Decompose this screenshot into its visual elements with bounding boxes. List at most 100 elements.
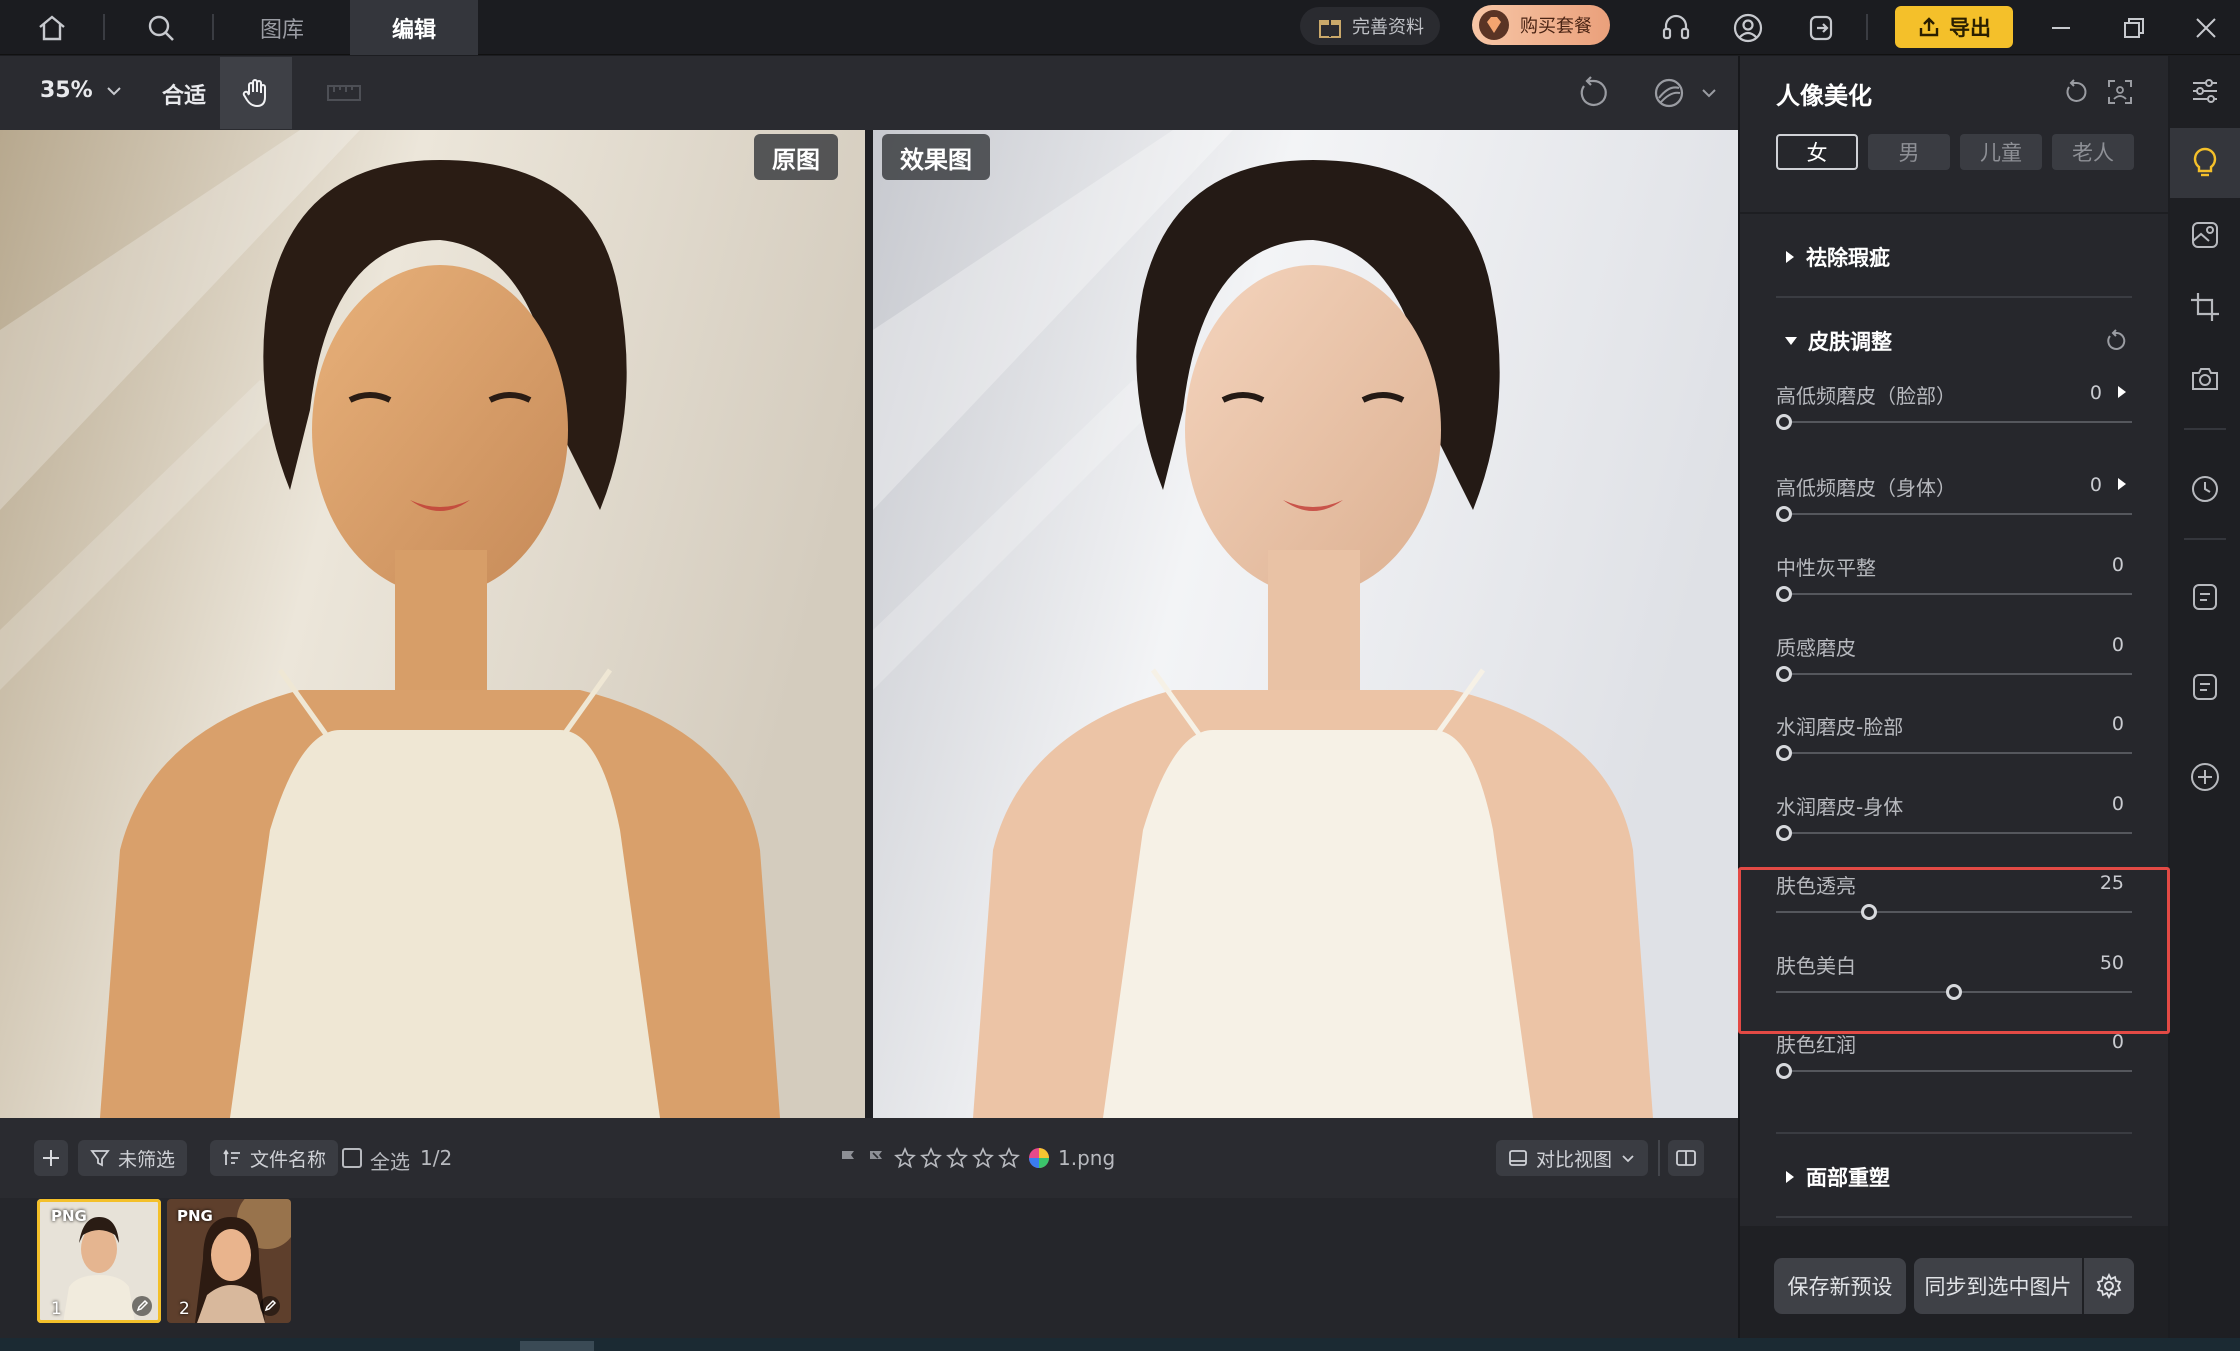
close-icon[interactable] (2178, 0, 2233, 55)
reset-view-button[interactable] (1557, 57, 1629, 129)
notes-alt-tool-button[interactable] (2170, 652, 2240, 722)
minimize-icon[interactable] (2033, 0, 2088, 55)
overlay-icon (1651, 75, 1687, 111)
slider-label: 质感磨皮 (1776, 636, 1856, 660)
expand-caret-icon[interactable] (2116, 384, 2128, 400)
rating-stars[interactable] (894, 1147, 1020, 1169)
section-blemish[interactable]: 祛除瑕疵 (1784, 242, 1890, 272)
select-all-checkbox[interactable] (342, 1148, 362, 1168)
sort-button[interactable]: 文件名称 (210, 1140, 339, 1176)
logout-icon[interactable] (1793, 0, 1848, 55)
overlay-button[interactable] (1633, 57, 1705, 129)
divider (212, 14, 214, 40)
add-image-button[interactable] (34, 1140, 68, 1176)
fit-button[interactable]: 合适 (162, 78, 206, 110)
slider-knob[interactable] (1776, 666, 1792, 682)
slider-row: 水润磨皮-身体 0 (1740, 791, 2168, 861)
original-photo[interactable] (0, 130, 865, 1118)
home-icon[interactable] (24, 0, 79, 55)
buy-package-button[interactable]: 购买套餐 (1472, 5, 1610, 45)
zoom-dropdown[interactable]: 35% (40, 78, 123, 103)
slider-value[interactable]: 0 (2090, 474, 2102, 496)
chevron-down-icon[interactable] (1700, 84, 1718, 102)
user-icon[interactable] (1720, 0, 1775, 55)
split-view-button[interactable] (1668, 1140, 1704, 1176)
slider-track[interactable] (1776, 421, 2132, 423)
image-edit-tool-button[interactable] (2170, 200, 2240, 270)
filter-button[interactable]: 未筛选 (78, 1140, 188, 1176)
compare-view-dropdown[interactable]: 对比视图 (1496, 1140, 1649, 1176)
restore-icon[interactable] (2106, 0, 2161, 55)
reset-icon[interactable] (2062, 78, 2090, 106)
camera-tool-button[interactable] (2170, 344, 2240, 414)
sync-to-selected-button[interactable]: 同步到选中图片 (1914, 1258, 2082, 1314)
color-label-icon[interactable] (1028, 1147, 1050, 1169)
search-icon[interactable] (133, 0, 188, 55)
add-tool-button[interactable] (2170, 742, 2240, 812)
slider-knob[interactable] (1776, 1063, 1792, 1079)
gender-male-button[interactable]: 男 (1868, 134, 1950, 170)
face-detect-icon[interactable] (2106, 78, 2134, 106)
star-icon[interactable] (946, 1147, 968, 1169)
edited-pencil-icon (259, 1295, 281, 1317)
slider-track[interactable] (1776, 1070, 2132, 1072)
tab-edit[interactable]: 编辑 (350, 0, 478, 55)
slider-value[interactable]: 0 (2090, 382, 2102, 404)
slider-track[interactable] (1776, 752, 2132, 754)
thumb-index: 2 (179, 1299, 190, 1319)
expand-caret-icon[interactable] (2116, 476, 2128, 492)
slider-track[interactable] (1776, 832, 2132, 834)
portrait-tool-button[interactable] (2170, 128, 2240, 198)
slider-track[interactable] (1776, 673, 2132, 675)
add-circle-icon (2189, 761, 2221, 793)
slider-label: 中性灰平整 (1776, 556, 1876, 580)
split-divider[interactable] (865, 130, 873, 1118)
slider-knob[interactable] (1776, 745, 1792, 761)
export-button[interactable]: 导出 (1895, 6, 2013, 48)
reject-flag-icon[interactable] (866, 1148, 886, 1168)
gender-female-button[interactable]: 女 (1776, 134, 1858, 170)
selection-count: 1/2 (420, 1146, 453, 1170)
star-icon[interactable] (920, 1147, 942, 1169)
slider-knob[interactable] (1776, 825, 1792, 841)
slider-knob[interactable] (1776, 414, 1792, 430)
hand-icon (239, 76, 273, 110)
thumbnail-2[interactable]: PNG 2 (167, 1199, 291, 1323)
slider-track[interactable] (1776, 513, 2132, 515)
slider-value[interactable]: 0 (2112, 793, 2124, 815)
hand-tool-button[interactable] (220, 57, 292, 129)
divider (103, 14, 105, 40)
flag-icon[interactable] (838, 1148, 858, 1168)
history-tool-button[interactable] (2170, 454, 2240, 524)
reset-skin-icon[interactable] (2104, 328, 2130, 354)
thumb-index: 1 (51, 1299, 62, 1319)
star-icon[interactable] (972, 1147, 994, 1169)
adjust-tool-button[interactable] (2170, 56, 2240, 126)
slider-track[interactable] (1776, 593, 2132, 595)
gender-elder-button[interactable]: 老人 (2052, 134, 2134, 170)
thumbnail-1[interactable]: PNG 1 (37, 1199, 161, 1323)
headset-icon[interactable] (1648, 0, 1703, 55)
notes-tool-button[interactable] (2170, 562, 2240, 632)
divider (1740, 212, 2168, 214)
ruler-button[interactable] (308, 57, 380, 129)
upload-icon (1917, 15, 1941, 39)
star-icon[interactable] (998, 1147, 1020, 1169)
tab-gallery[interactable]: 图库 (222, 0, 342, 55)
complete-profile-button[interactable]: 完善资料 (1300, 7, 1440, 45)
save-preset-button[interactable]: 保存新预设 (1774, 1258, 1906, 1314)
slider-value[interactable]: 0 (2112, 554, 2124, 576)
original-label: 原图 (754, 134, 838, 180)
gender-child-button[interactable]: 儿童 (1960, 134, 2042, 170)
star-icon[interactable] (894, 1147, 916, 1169)
effect-photo[interactable] (873, 130, 1738, 1118)
crop-tool-button[interactable] (2170, 272, 2240, 342)
section-skin[interactable]: 皮肤调整 (1784, 326, 1892, 356)
slider-knob[interactable] (1776, 586, 1792, 602)
slider-value[interactable]: 0 (2112, 634, 2124, 656)
slider-value[interactable]: 0 (2112, 713, 2124, 735)
slider-value[interactable]: 0 (2112, 1031, 2124, 1053)
section-face[interactable]: 面部重塑 (1784, 1162, 1890, 1192)
slider-knob[interactable] (1776, 506, 1792, 522)
sync-settings-button[interactable] (2084, 1258, 2134, 1314)
